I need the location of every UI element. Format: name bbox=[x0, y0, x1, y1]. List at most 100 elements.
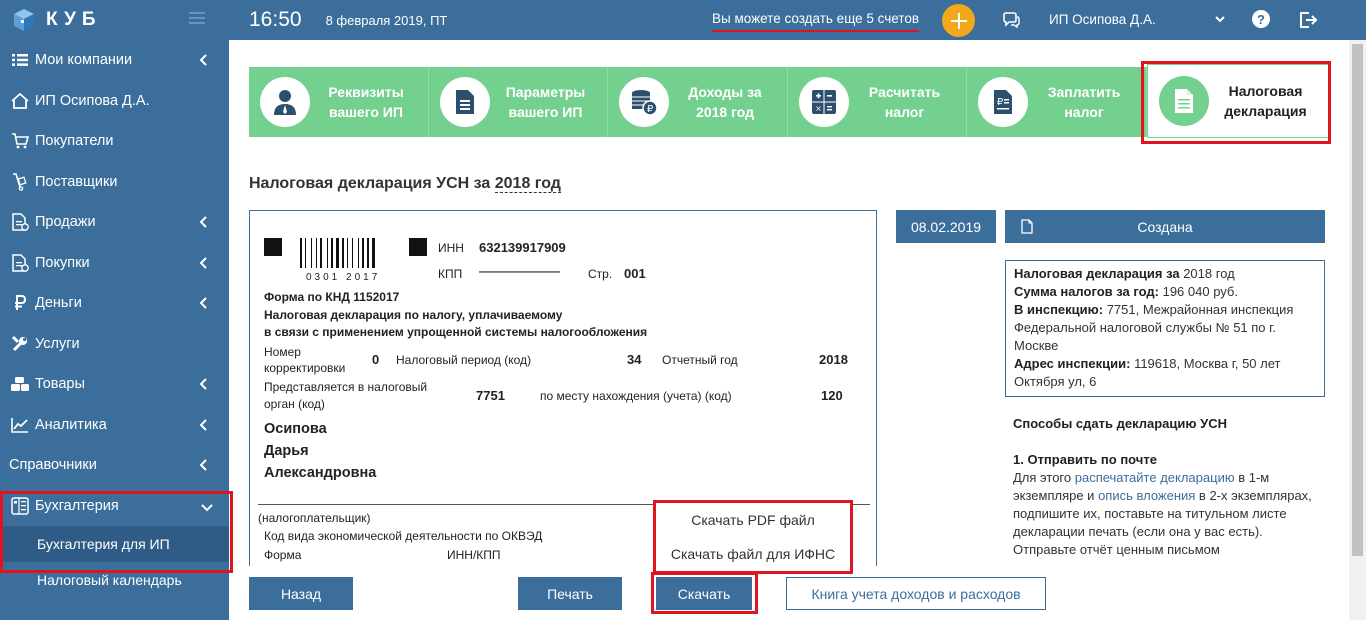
chevron-left-icon bbox=[199, 256, 209, 270]
step-icon-circle: ₽ bbox=[619, 77, 669, 127]
step-pay-tax[interactable]: ₽ Заплатить налог bbox=[967, 67, 1147, 137]
organ-label: Представляется в налоговый bbox=[264, 380, 428, 394]
boxes-icon bbox=[10, 375, 30, 393]
help-icon[interactable]: ? bbox=[1252, 10, 1270, 28]
list-icon bbox=[10, 51, 30, 69]
declaration-title-2: в связи с применением упрощенной системы… bbox=[264, 325, 648, 339]
sidebar-item-2[interactable]: Покупатели bbox=[0, 121, 229, 162]
kpp-value: ———————— bbox=[479, 266, 560, 278]
logout-icon[interactable] bbox=[1298, 10, 1318, 30]
svg-text:₽: ₽ bbox=[647, 104, 654, 115]
marker-square-left bbox=[264, 238, 282, 256]
income-book-button[interactable]: Книга учета доходов и расходов bbox=[786, 577, 1046, 610]
download-pdf-option[interactable]: Скачать PDF файл bbox=[656, 503, 850, 537]
logo[interactable]: КУБ bbox=[0, 0, 229, 40]
declaration-title-1: Налоговая декларация по налогу, уплачива… bbox=[264, 308, 563, 322]
kpp-label: КПП bbox=[438, 267, 463, 281]
wizard-steps: Реквизиты вашего ИП Параметры вашего ИП ₽ … bbox=[249, 64, 1329, 138]
correction-label-2: корректировки bbox=[264, 361, 346, 375]
document-icon bbox=[456, 90, 474, 114]
cart-icon bbox=[10, 132, 30, 150]
app-root: КУБ Мои компании ИП Осипова Д.А. Покупател… bbox=[0, 0, 1366, 620]
declaration-info: Налоговая декларация за 2018 год Сумма н… bbox=[1005, 260, 1325, 397]
step-label: Расчитать налог bbox=[868, 84, 941, 120]
info-line: Сумма налогов за год: 196 040 руб. bbox=[1014, 284, 1238, 299]
method-1-title: 1. Отправить по почте bbox=[1013, 452, 1157, 467]
payer-patronymic: Александровна bbox=[264, 465, 377, 481]
person-icon bbox=[274, 90, 296, 115]
chevron-down-icon[interactable] bbox=[1214, 13, 1226, 25]
logo-text: КУБ bbox=[46, 9, 102, 30]
menu-toggle-icon[interactable] bbox=[189, 12, 205, 26]
step-parameters[interactable]: Параметры вашего ИП bbox=[429, 67, 608, 137]
user-menu-name[interactable]: ИП Осипова Д.А. bbox=[1049, 12, 1156, 27]
year-selector[interactable]: 2018 год bbox=[494, 175, 561, 193]
step-label: Доходы за 2018 год bbox=[688, 84, 762, 120]
back-button[interactable]: Назад bbox=[249, 577, 353, 610]
document-icon bbox=[10, 213, 30, 232]
sidebar-item-3[interactable]: Поставщики bbox=[0, 162, 229, 203]
sidebar-subitem-accounting-ip[interactable]: Бухгалтерия для ИП bbox=[0, 526, 229, 562]
sidebar-item-0[interactable]: Мои компании bbox=[0, 40, 229, 81]
inn-kpp-label: ИНН/КПП bbox=[447, 548, 501, 562]
sidebar-item-label: Поставщики bbox=[35, 173, 118, 190]
print-button[interactable]: Печать bbox=[518, 577, 622, 610]
invoice-promo-link[interactable]: Вы можете создать еще 5 счетов bbox=[712, 11, 920, 32]
sidebar-item-11[interactable]: Бухгалтерия bbox=[0, 486, 229, 527]
step-label: Заплатить налог bbox=[1047, 84, 1121, 120]
payment-doc-icon: ₽ bbox=[994, 90, 1012, 114]
info-line: В инспекцию: 7751, Межрайонная инспекция… bbox=[1014, 302, 1294, 353]
chevron-left-icon bbox=[199, 377, 209, 391]
info-line: Адрес инспекции: 119618, Москва г, 50 ле… bbox=[1014, 356, 1281, 389]
chevron-left-icon bbox=[199, 296, 209, 310]
download-button[interactable]: Скачать bbox=[656, 577, 752, 610]
wrench-icon bbox=[10, 335, 30, 353]
sidebar-item-6[interactable]: Деньги bbox=[0, 283, 229, 324]
sidebar-item-label: Покупатели bbox=[35, 133, 114, 150]
sidebar-subitem-label: Бухгалтерия для ИП bbox=[37, 536, 170, 552]
ledger-icon bbox=[10, 497, 30, 515]
payer-name: Дарья bbox=[264, 443, 309, 459]
sidebar-item-8[interactable]: Товары bbox=[0, 364, 229, 405]
correction-value: 0 bbox=[372, 352, 380, 367]
home-icon bbox=[10, 92, 30, 110]
form-knd: Форма по КНД 1152017 bbox=[264, 290, 400, 304]
page-value: 001 bbox=[624, 266, 646, 281]
step-calculate-tax[interactable]: × Расчитать налог bbox=[788, 67, 967, 137]
step-income[interactable]: ₽ Доходы за 2018 год bbox=[608, 67, 788, 137]
correction-label: Номер bbox=[264, 345, 301, 359]
marker-square-right bbox=[409, 238, 427, 256]
create-button[interactable] bbox=[942, 4, 975, 37]
download-ifns-option[interactable]: Скачать файл для ИФНС bbox=[656, 537, 850, 571]
step-tax-declaration[interactable]: Налоговая декларация bbox=[1147, 64, 1329, 138]
sidebar-item-7[interactable]: Услуги bbox=[0, 324, 229, 365]
scrollbar-thumb[interactable] bbox=[1352, 44, 1363, 556]
step-requisites[interactable]: Реквизиты вашего ИП bbox=[249, 67, 429, 137]
plus-icon bbox=[950, 12, 967, 29]
sidebar-item-9[interactable]: Аналитика bbox=[0, 405, 229, 446]
period-label: Налоговый период (код) bbox=[396, 353, 532, 367]
ruble-icon bbox=[10, 294, 30, 312]
sidebar-item-label: ИП Осипова Д.А. bbox=[35, 92, 150, 109]
sidebar-item-1[interactable]: ИП Осипова Д.А. bbox=[0, 81, 229, 122]
chevron-left-icon bbox=[199, 215, 209, 229]
sidebar-subitem-tax-calendar[interactable]: Налоговый календарь bbox=[0, 562, 229, 598]
topbar: 16:50 8 февраля 2019, ПТ Вы можете созда… bbox=[229, 0, 1366, 40]
okved-label: Код вида экономической деятельности по О… bbox=[264, 529, 543, 543]
step-label: Параметры вашего ИП bbox=[505, 84, 586, 120]
current-date: 8 февраля 2019, ПТ bbox=[325, 12, 448, 28]
place-label: по месту нахождения (учета) (код) bbox=[540, 389, 732, 403]
print-declaration-link[interactable]: распечатайте декларацию bbox=[1075, 470, 1235, 485]
step-icon-circle: ₽ bbox=[978, 77, 1028, 127]
inventory-link[interactable]: опись вложения bbox=[1098, 488, 1195, 503]
sidebar-item-5[interactable]: Покупки bbox=[0, 243, 229, 284]
organ-value: 7751 bbox=[476, 388, 505, 403]
sidebar-item-10[interactable]: Справочники bbox=[0, 445, 229, 486]
document-icon bbox=[10, 254, 30, 272]
status-badge: Создана bbox=[1005, 210, 1325, 243]
scrollbar[interactable] bbox=[1349, 40, 1366, 620]
chat-icon[interactable] bbox=[1002, 11, 1020, 29]
sidebar-item-4[interactable]: Продажи bbox=[0, 202, 229, 243]
payer-surname: Осипова bbox=[264, 421, 327, 437]
sidebar-item-label: Аналитика bbox=[35, 416, 107, 433]
